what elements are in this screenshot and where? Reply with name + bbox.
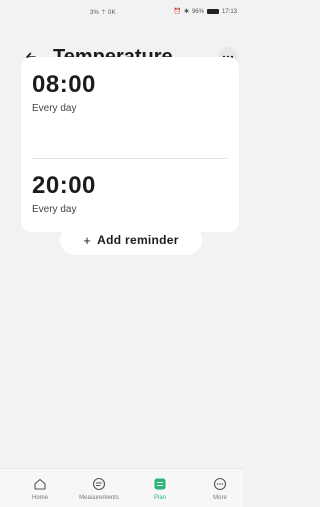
status-bar: 3% ⇡ 0K ⏰ ✱ 96% 17:13 [0, 0, 243, 22]
measurements-icon [91, 476, 107, 492]
bottom-tab-bar: Home Measurements Plan More [0, 468, 243, 507]
tab-label: Plan [153, 495, 166, 501]
reminder-time: 20:00 [32, 172, 96, 199]
status-time: 17:13 [221, 8, 237, 15]
home-icon [32, 476, 48, 492]
reminder-frequency: Every day [32, 103, 77, 114]
reminder-item[interactable]: 08:00 Every day [32, 71, 96, 115]
reminder-item[interactable]: 20:00 Every day [32, 172, 96, 216]
divider [32, 158, 228, 159]
plus-icon: + [83, 232, 92, 248]
battery-icon [206, 9, 219, 14]
alarm-icon: ⏰ [173, 9, 181, 15]
add-reminder-label: Add reminder [97, 233, 179, 247]
add-reminder-button[interactable]: + Add reminder [60, 225, 202, 255]
bluetooth-icon: ✱ [183, 9, 189, 15]
reminder-time: 08:00 [32, 71, 96, 98]
tab-more[interactable]: More [190, 469, 250, 507]
plan-icon [152, 476, 168, 492]
reminder-frequency: Every day [32, 204, 77, 215]
tab-home[interactable]: Home [10, 469, 70, 507]
battery-percent: 96% [191, 8, 204, 15]
tab-label: More [213, 495, 227, 501]
reminders-card: 08:00 Every day 20:00 Every day [21, 57, 239, 232]
tab-measurements[interactable]: Measurements [69, 469, 129, 507]
tab-label: Measurements [79, 495, 119, 501]
status-right-group: ⏰ ✱ 96% 17:13 [173, 8, 237, 16]
status-network-text: 3% ⇡ 0K [90, 10, 116, 16]
more-icon [212, 476, 228, 492]
tab-plan[interactable]: Plan [130, 469, 190, 507]
tab-label: Home [31, 495, 48, 501]
